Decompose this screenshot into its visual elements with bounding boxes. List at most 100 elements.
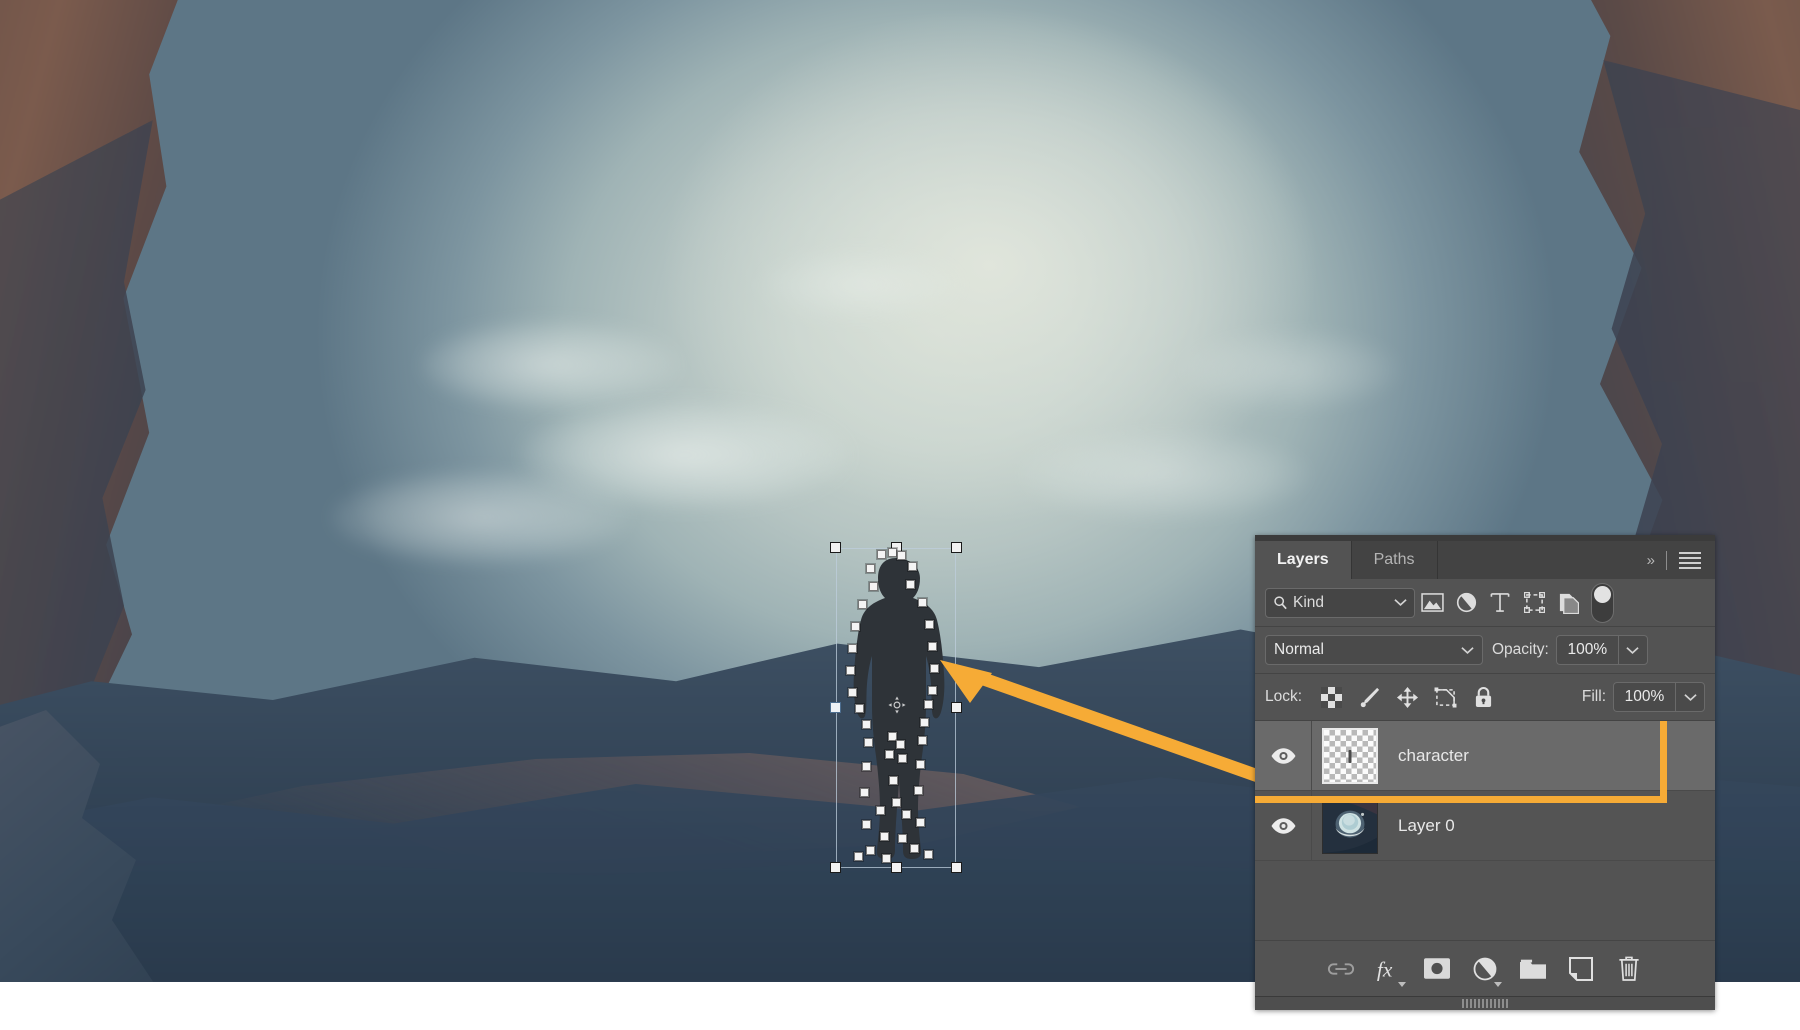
lock-transparent-pixels-icon[interactable] <box>1312 682 1350 712</box>
type-layer-filter-icon[interactable] <box>1483 588 1517 618</box>
lock-position-icon[interactable] <box>1388 682 1426 712</box>
path-anchor-point[interactable] <box>862 762 871 771</box>
path-anchor-point[interactable] <box>862 720 871 729</box>
path-anchor-point[interactable] <box>918 736 927 745</box>
path-anchor-point[interactable] <box>862 820 871 829</box>
path-anchor-point[interactable] <box>924 850 933 859</box>
table-row[interactable]: character <box>1255 721 1715 791</box>
path-anchor-point[interactable] <box>877 550 886 559</box>
collapse-panel-icon[interactable]: » <box>1647 552 1655 569</box>
delete-layer-icon[interactable] <box>1605 949 1653 989</box>
path-anchor-point[interactable] <box>914 786 923 795</box>
fill-input[interactable]: 100% <box>1613 682 1675 712</box>
layer-thumbnail-cell[interactable] <box>1312 727 1388 784</box>
lock-all-icon[interactable] <box>1464 682 1502 712</box>
path-anchor-point[interactable] <box>925 620 934 629</box>
path-anchor-point[interactable] <box>928 642 937 651</box>
path-anchor-point[interactable] <box>898 834 907 843</box>
path-anchor-point[interactable] <box>920 718 929 727</box>
opacity-stepper[interactable] <box>1617 635 1648 665</box>
layer-visibility-toggle[interactable] <box>1255 721 1312 790</box>
path-anchor-point[interactable] <box>906 580 915 589</box>
path-anchor-point[interactable] <box>866 846 875 855</box>
layers-panel-footer: fx <box>1255 940 1715 996</box>
lock-label: Lock: <box>1265 688 1303 705</box>
new-layer-icon[interactable] <box>1557 949 1605 989</box>
transform-handle-ml[interactable] <box>830 702 841 713</box>
add-layer-mask-icon[interactable] <box>1413 949 1461 989</box>
blend-mode-select[interactable]: Normal <box>1265 635 1483 665</box>
transform-handle-bc[interactable] <box>891 862 902 873</box>
transform-reference-point-icon[interactable] <box>888 696 906 714</box>
chevron-down-icon[interactable] <box>1394 598 1407 607</box>
path-anchor-point[interactable] <box>846 666 855 675</box>
path-anchor-point[interactable] <box>892 798 901 807</box>
filter-enable-toggle[interactable] <box>1591 582 1614 623</box>
path-anchor-point[interactable] <box>910 844 919 853</box>
path-anchor-point[interactable] <box>908 562 917 571</box>
fill-stepper[interactable] <box>1675 682 1705 712</box>
path-anchor-point[interactable] <box>918 598 927 607</box>
adjustment-layer-filter-icon[interactable] <box>1449 588 1483 618</box>
layer-list[interactable]: character Layer 0 <box>1255 721 1715 940</box>
table-row[interactable]: Layer 0 <box>1255 791 1715 861</box>
path-anchor-point[interactable] <box>898 754 907 763</box>
path-anchor-point[interactable] <box>902 810 911 819</box>
transform-handle-tr[interactable] <box>951 542 962 553</box>
opacity-input[interactable]: 100% <box>1555 635 1618 665</box>
transform-handle-bl[interactable] <box>830 862 841 873</box>
path-anchor-point[interactable] <box>916 818 925 827</box>
panel-menu-icon[interactable] <box>1679 551 1701 569</box>
tabbar-spacer <box>1437 541 1633 579</box>
path-anchor-point[interactable] <box>864 738 873 747</box>
path-anchor-point[interactable] <box>896 740 905 749</box>
path-anchor-point[interactable] <box>924 700 933 709</box>
transform-handle-br[interactable] <box>951 862 962 873</box>
path-anchor-point[interactable] <box>848 644 857 653</box>
path-anchor-point[interactable] <box>885 750 894 759</box>
eye-icon <box>1271 817 1295 834</box>
chevron-down-icon[interactable] <box>1461 646 1474 655</box>
transform-handle-tl[interactable] <box>830 542 841 553</box>
character-selection-group[interactable] <box>830 542 962 873</box>
path-anchor-point[interactable] <box>916 760 925 769</box>
transform-handle-mr[interactable] <box>951 702 962 713</box>
layer-visibility-toggle[interactable] <box>1255 791 1312 860</box>
path-anchor-point[interactable] <box>848 688 857 697</box>
layer-name-character[interactable]: character <box>1388 746 1469 766</box>
path-anchor-point[interactable] <box>897 551 906 560</box>
path-anchor-point[interactable] <box>880 832 889 841</box>
tab-layers[interactable]: Layers <box>1255 541 1352 579</box>
lock-image-pixels-icon[interactable] <box>1350 682 1388 712</box>
path-anchor-point[interactable] <box>869 582 878 591</box>
layers-panel[interactable]: Layers Paths » Kind Normal Opacity: 100%… <box>1255 535 1715 1010</box>
path-anchor-point[interactable] <box>858 600 867 609</box>
link-layers-icon[interactable] <box>1317 949 1365 989</box>
path-anchor-point[interactable] <box>889 776 898 785</box>
panel-resize-grip[interactable] <box>1255 996 1715 1010</box>
path-anchor-point[interactable] <box>851 622 860 631</box>
path-anchor-point[interactable] <box>876 806 885 815</box>
new-group-icon[interactable] <box>1509 949 1557 989</box>
path-anchor-point[interactable] <box>855 704 864 713</box>
add-layer-style-fx-icon[interactable]: fx <box>1365 949 1413 989</box>
lock-artboard-nesting-icon[interactable] <box>1426 682 1464 712</box>
tab-paths[interactable]: Paths <box>1351 541 1438 579</box>
layer-filter-bar: Kind <box>1255 579 1715 627</box>
cloud-wisp <box>1020 430 1310 520</box>
path-anchor-point[interactable] <box>930 664 939 673</box>
tab-paths-label: Paths <box>1373 551 1415 568</box>
path-anchor-point[interactable] <box>854 852 863 861</box>
layer-thumbnail-cell[interactable] <box>1312 797 1388 854</box>
filter-kind-select[interactable]: Kind <box>1265 587 1415 618</box>
path-anchor-point[interactable] <box>882 854 891 863</box>
path-anchor-point[interactable] <box>860 788 869 797</box>
path-anchor-point[interactable] <box>866 564 875 573</box>
pixel-layer-filter-icon[interactable] <box>1415 588 1449 618</box>
path-anchor-point[interactable] <box>888 548 897 557</box>
smart-object-filter-icon[interactable] <box>1551 588 1585 618</box>
layer-name-layer0[interactable]: Layer 0 <box>1388 816 1455 836</box>
new-adjustment-layer-icon[interactable] <box>1461 949 1509 989</box>
shape-layer-filter-icon[interactable] <box>1517 588 1551 618</box>
path-anchor-point[interactable] <box>928 686 937 695</box>
